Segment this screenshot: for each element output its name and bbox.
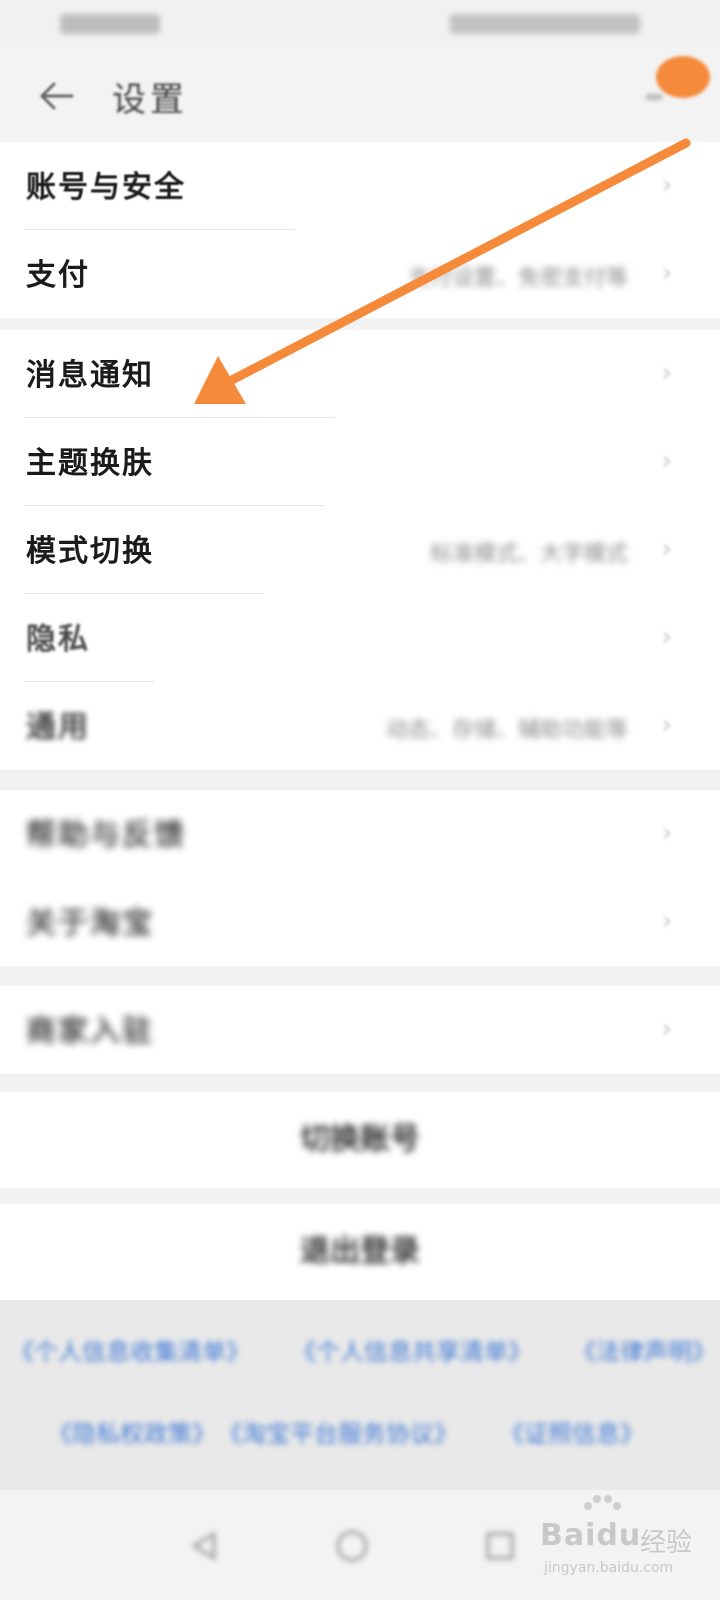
chevron-right-icon: › bbox=[661, 534, 672, 564]
logout-button[interactable]: 退出登录 bbox=[0, 1204, 720, 1300]
settings-item-label: 关于淘宝 bbox=[26, 906, 154, 941]
logout-label: 退出登录 bbox=[300, 1234, 420, 1269]
status-right-indicators bbox=[450, 14, 640, 34]
settings-item-label: 隐私 bbox=[26, 622, 90, 657]
settings-item-subtitle: 标准模式、大字模式 bbox=[429, 542, 628, 567]
footer-link-license[interactable]: 《证照信息》 bbox=[500, 1414, 644, 1449]
settings-item-label: 支付 bbox=[26, 258, 90, 293]
footer-link-info-sharing[interactable]: 《个人信息共享清单》 bbox=[292, 1332, 532, 1367]
footer-link-privacy[interactable]: 《隐私权政策》 bbox=[48, 1414, 216, 1449]
settings-item-about[interactable]: 关于淘宝 › bbox=[0, 878, 720, 966]
settings-item-label: 主题换肤 bbox=[26, 446, 154, 481]
more-icon[interactable] bbox=[646, 94, 662, 100]
nav-home-icon[interactable] bbox=[334, 1528, 370, 1564]
settings-group-account: 账号与安全 › 支付 支付设置、免密支付等 › bbox=[0, 142, 720, 318]
status-bar bbox=[0, 0, 720, 48]
chevron-right-icon: › bbox=[661, 710, 672, 740]
settings-group-preferences: 消息通知 › 主题换肤 › 模式切换 标准模式、大字模式 › 隐私 › 通用 动… bbox=[0, 330, 720, 770]
page-title: 设置 bbox=[112, 80, 188, 120]
switch-account-label: 切换账号 bbox=[300, 1122, 420, 1157]
nav-back-icon[interactable] bbox=[186, 1528, 222, 1564]
settings-item-merchant-entry[interactable]: 商家入驻 › bbox=[0, 986, 720, 1074]
settings-item-label: 商家入驻 bbox=[26, 1014, 154, 1049]
settings-item-help-feedback[interactable]: 帮助与反馈 › bbox=[0, 790, 720, 878]
settings-item-general[interactable]: 通用 动态、存储、辅助功能等 › bbox=[0, 682, 720, 770]
status-left-indicators bbox=[60, 14, 160, 34]
settings-item-label: 通用 bbox=[26, 710, 90, 745]
annotation-dot bbox=[656, 56, 710, 98]
chevron-right-icon: › bbox=[661, 258, 672, 288]
switch-account-button[interactable]: 切换账号 bbox=[0, 1092, 720, 1188]
settings-item-subtitle: 动态、存储、辅助功能等 bbox=[385, 718, 628, 743]
settings-item-label: 模式切换 bbox=[26, 534, 154, 569]
footer-link-info-collection[interactable]: 《个人信息收集清单》 bbox=[10, 1332, 250, 1367]
footer-link-legal[interactable]: 《法律声明》 bbox=[572, 1332, 716, 1367]
settings-item-mode-switch[interactable]: 模式切换 标准模式、大字模式 › bbox=[0, 506, 720, 594]
chevron-right-icon: › bbox=[661, 906, 672, 936]
baidu-jingyan-watermark: Baidu 经验 jingyan.baidu.com bbox=[540, 1492, 710, 1592]
chevron-right-icon: › bbox=[661, 1014, 672, 1044]
watermark-brand: Baidu bbox=[540, 1518, 642, 1553]
settings-item-label: 帮助与反馈 bbox=[26, 818, 186, 853]
settings-item-subtitle: 支付设置、免密支付等 bbox=[407, 266, 628, 291]
legal-footer: 《个人信息收集清单》 《个人信息共享清单》 《法律声明》 《隐私权政策》 《淘宝… bbox=[0, 1300, 720, 1490]
settings-item-theme[interactable]: 主题换肤 › bbox=[0, 418, 720, 506]
settings-group-help: 帮助与反馈 › 关于淘宝 › bbox=[0, 790, 720, 966]
footer-link-service-agreement[interactable]: 《淘宝平台服务协议》 bbox=[218, 1414, 458, 1449]
chevron-right-icon: › bbox=[661, 818, 672, 848]
settings-item-payment[interactable]: 支付 支付设置、免密支付等 › bbox=[0, 230, 720, 318]
nav-recent-icon[interactable] bbox=[482, 1528, 518, 1564]
settings-group-merchant: 商家入驻 › bbox=[0, 986, 720, 1074]
chevron-right-icon: › bbox=[661, 170, 672, 200]
settings-item-label: 消息通知 bbox=[26, 358, 154, 393]
settings-item-label: 账号与安全 bbox=[26, 170, 186, 205]
app-header: 设置 bbox=[0, 48, 720, 142]
arrow-left-icon[interactable] bbox=[36, 76, 76, 116]
settings-item-notifications[interactable]: 消息通知 › bbox=[0, 330, 720, 418]
watermark-cn: 经验 bbox=[640, 1528, 693, 1558]
chevron-right-icon: › bbox=[661, 622, 672, 652]
settings-item-privacy[interactable]: 隐私 › bbox=[0, 594, 720, 682]
chevron-right-icon: › bbox=[661, 358, 672, 388]
chevron-right-icon: › bbox=[661, 446, 672, 476]
settings-item-account-security[interactable]: 账号与安全 › bbox=[0, 142, 720, 230]
watermark-url: jingyan.baidu.com bbox=[544, 1560, 674, 1576]
